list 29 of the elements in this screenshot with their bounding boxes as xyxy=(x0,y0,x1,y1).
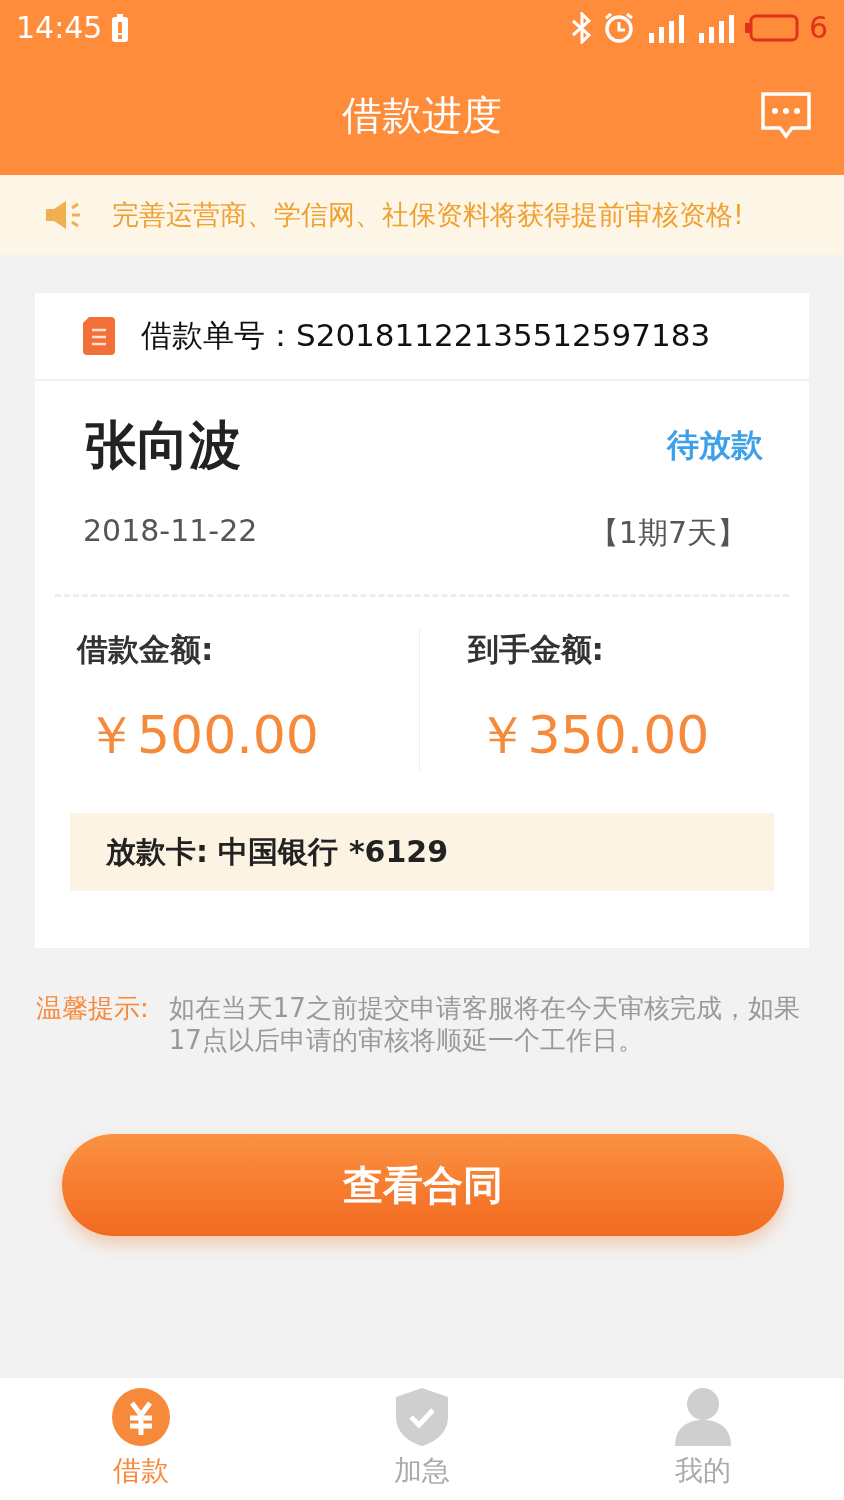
page-title: 借款进度 xyxy=(342,90,502,140)
status-time: 14:45 xyxy=(16,10,103,45)
battery-level: 6 xyxy=(808,10,828,45)
battery-icon xyxy=(744,13,799,42)
tip-label: 温馨提示: xyxy=(36,992,149,1025)
alarm-icon xyxy=(602,11,635,44)
amount-value: ￥350.00 xyxy=(474,704,711,767)
yen-icon xyxy=(111,1388,170,1446)
nav-tab[interactable]: 加急 xyxy=(281,1378,563,1500)
loan-status: 待放款 xyxy=(667,425,763,466)
shield-icon xyxy=(396,1388,448,1446)
nav-tab[interactable]: 我的 xyxy=(562,1378,844,1500)
notice-text: 完善运营商、学信网、社保资料将获得提前审核资格! xyxy=(112,198,744,232)
speaker-icon xyxy=(46,200,82,230)
nav-tab[interactable]: 借款 xyxy=(0,1378,282,1500)
bluetooth-icon xyxy=(570,11,593,44)
battery-alert-icon xyxy=(112,13,129,42)
tip-text: 如在当天17之前提交申请客服将在今天审核完成，如果17点以后申请的审核将顺延一个工作日。 xyxy=(168,992,801,1056)
view-contract-button[interactable]: 查看合同 xyxy=(62,1134,784,1236)
amount-label: 借款金额: xyxy=(77,630,215,669)
amount-label: 到手金额: xyxy=(467,630,605,669)
loan-term: 【1期7天】 xyxy=(588,514,747,552)
document-icon xyxy=(83,317,115,355)
amount-value: ￥500.00 xyxy=(84,704,320,767)
payout-card-info: 放款卡: 中国银行 *6129 xyxy=(70,813,774,891)
person-icon xyxy=(675,1388,732,1446)
order-number: 借款单号：S20181122135512597183 xyxy=(141,316,711,355)
loan-date: 2018-11-22 xyxy=(83,513,258,550)
borrower-name: 张向波 xyxy=(85,414,241,477)
